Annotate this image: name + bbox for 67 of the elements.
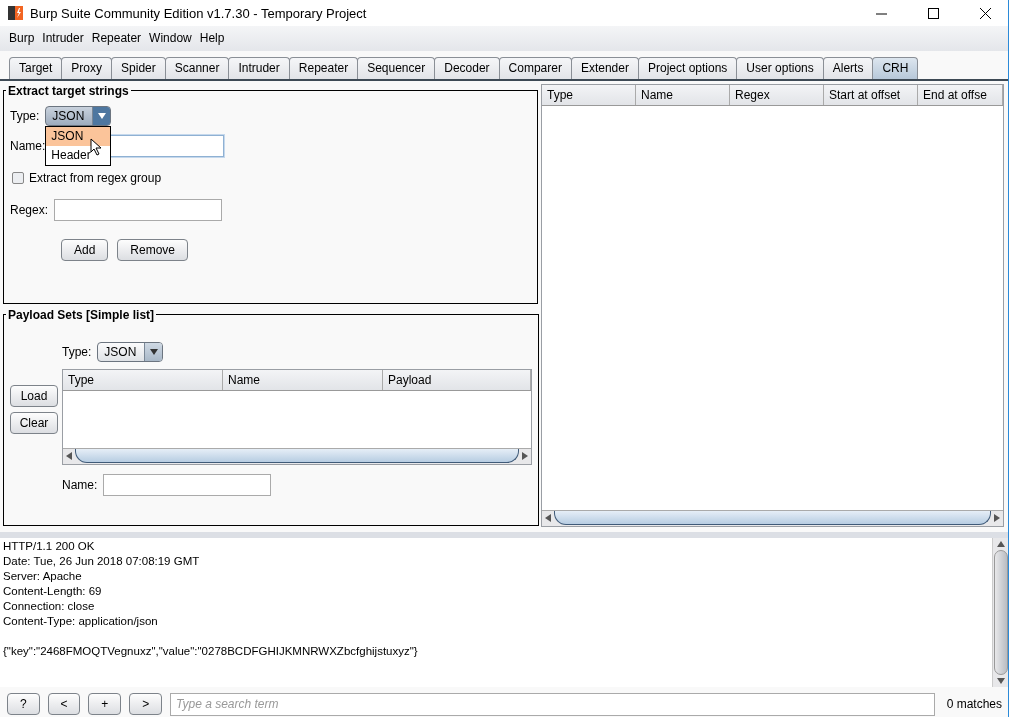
- horizontal-scrollbar[interactable]: [542, 509, 1003, 526]
- tab[interactable]: Spider: [111, 56, 166, 79]
- match-count: 0 matches: [946, 697, 1002, 712]
- menu-item[interactable]: Help: [196, 29, 228, 48]
- field-label: Type:: [10, 108, 40, 123]
- tab[interactable]: Proxy: [61, 56, 113, 79]
- tab[interactable]: Decoder: [434, 56, 500, 79]
- caret-icon: [149, 347, 158, 356]
- menu-item[interactable]: Repeater: [88, 29, 145, 48]
- tab[interactable]: CRH: [872, 56, 919, 79]
- splitter[interactable]: [0, 531, 1008, 538]
- tab[interactable]: Sequencer: [357, 56, 436, 79]
- search-nav-button[interactable]: ?: [7, 693, 40, 716]
- column-header[interactable]: End at offse: [918, 84, 1003, 105]
- dropdown-option[interactable]: JSON: [46, 126, 111, 146]
- tab[interactable]: Comparer: [498, 56, 572, 79]
- menu-item[interactable]: Intruder: [39, 29, 87, 48]
- window-title: Burp Suite Community Edition v1.7.30 - Temporary Project: [30, 5, 368, 21]
- column-header[interactable]: Type: [542, 84, 636, 105]
- column-header[interactable]: Type: [63, 369, 223, 390]
- menu-item[interactable]: Window: [146, 29, 195, 48]
- scroll-left-icon: [65, 452, 73, 461]
- field-label: Name:: [62, 477, 98, 492]
- tab[interactable]: Target: [9, 56, 63, 79]
- tab[interactable]: Alerts: [822, 56, 874, 79]
- maximize-icon: [927, 7, 939, 19]
- action-button[interactable]: Remove: [117, 238, 189, 261]
- tab[interactable]: Repeater: [288, 56, 359, 79]
- search-nav-button[interactable]: +: [88, 693, 122, 716]
- pointer-icon: [90, 137, 103, 156]
- menu-item[interactable]: Burp: [6, 29, 38, 48]
- panel-title: Extract target strings: [7, 83, 130, 98]
- action-button[interactable]: Load: [10, 384, 58, 407]
- scroll-left-icon: [544, 514, 552, 523]
- tab[interactable]: Project options: [637, 56, 738, 79]
- column-header[interactable]: Name: [223, 369, 383, 390]
- app-logo-icon: [8, 5, 24, 21]
- field-label: Name:: [10, 138, 46, 153]
- action-button[interactable]: Clear: [10, 411, 58, 434]
- type-dropdown[interactable]: JSON: [97, 341, 164, 362]
- checkbox[interactable]: [12, 171, 24, 184]
- search-field[interactable]: Type a search term: [170, 692, 935, 716]
- column-header[interactable]: Payload: [383, 369, 531, 390]
- action-button[interactable]: Add: [61, 238, 109, 261]
- checkbox-label: Extract from regex group: [29, 170, 162, 185]
- tab[interactable]: Scanner: [164, 56, 230, 79]
- regex-field[interactable]: [54, 198, 223, 221]
- type-dropdown[interactable]: JSON: [45, 105, 112, 126]
- tab[interactable]: User options: [736, 56, 824, 79]
- close-icon: [979, 7, 991, 19]
- scroll-right-icon: [993, 514, 1001, 523]
- scroll-right-icon: [521, 452, 529, 461]
- panel-title: Payload Sets [Simple list]: [7, 307, 156, 322]
- search-nav-button[interactable]: <: [47, 693, 81, 716]
- column-header[interactable]: Name: [636, 84, 730, 105]
- response-text: HTTP/1.1 200 OK Date: Tue, 26 Jun 2018 07:08:19 GMT Server: Apache Content-Length: 69 Connection: close Content-Type: application/json {"key":"2468FMOQTVegnuxz","value":"0278BCDFGHIJKMNRWXZbcfghijstuxyz"}: [2, 538, 419, 659]
- caret-icon: [97, 111, 106, 120]
- field-label: Type:: [62, 344, 92, 359]
- tab[interactable]: Extender: [570, 56, 639, 79]
- vertical-scrollbar[interactable]: [992, 537, 1008, 688]
- field-label: Regex:: [10, 202, 49, 217]
- tab[interactable]: Intruder: [228, 56, 290, 79]
- search-nav-button[interactable]: >: [129, 693, 163, 716]
- column-header[interactable]: Regex: [730, 84, 824, 105]
- payload-name-field[interactable]: [103, 473, 272, 496]
- horizontal-scrollbar[interactable]: [63, 447, 531, 464]
- column-header[interactable]: Start at offset: [824, 84, 918, 105]
